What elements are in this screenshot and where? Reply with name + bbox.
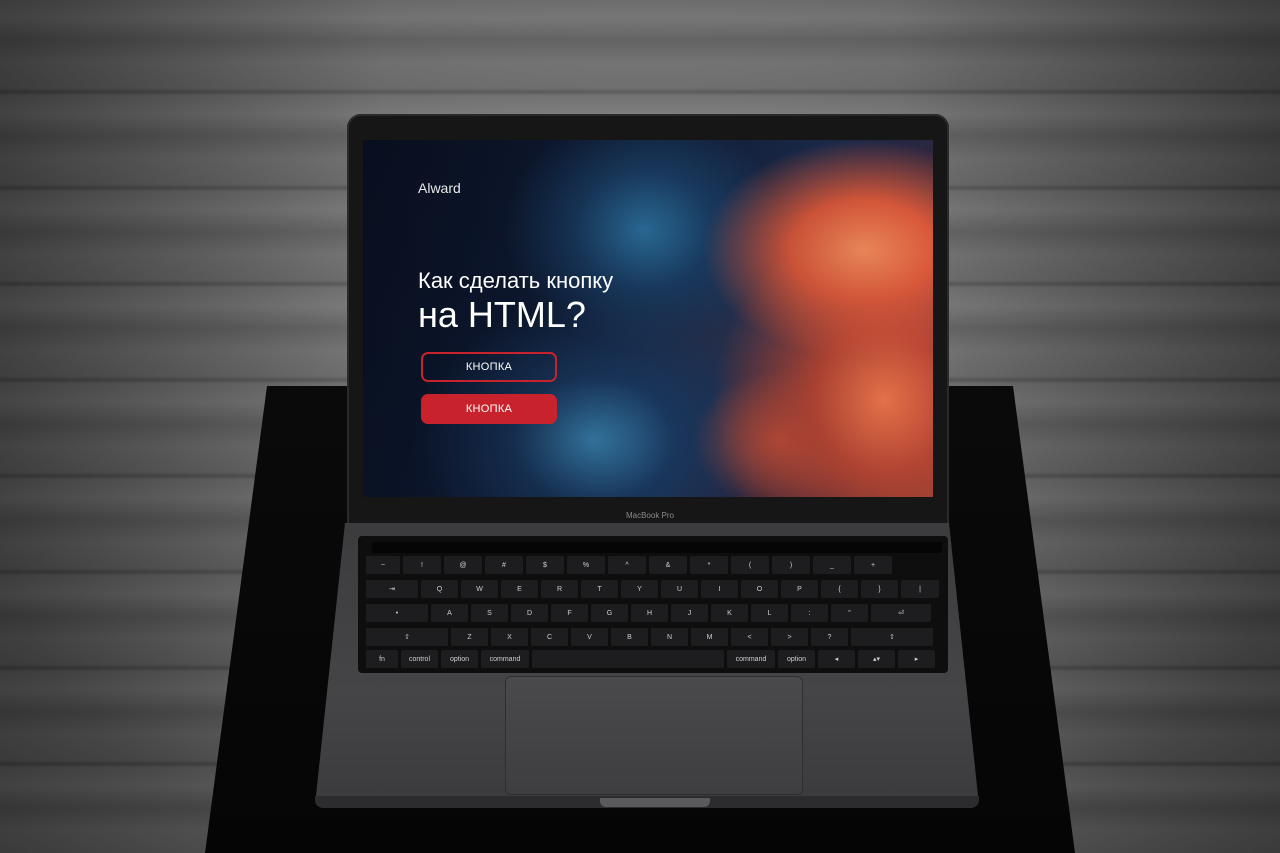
key[interactable]: Q	[421, 580, 458, 598]
keyboard-row-home: • A S D F G H J K L : " ⏎	[366, 604, 931, 622]
key[interactable]: Z	[451, 628, 488, 646]
key[interactable]: O	[741, 580, 778, 598]
site-logo[interactable]: Alward	[418, 180, 461, 196]
key[interactable]: R	[541, 580, 578, 598]
key[interactable]: !	[403, 556, 441, 574]
key[interactable]: H	[631, 604, 668, 622]
touch-bar[interactable]	[372, 542, 942, 553]
command-key[interactable]: command	[481, 650, 529, 668]
caps-lock-key[interactable]: •	[366, 604, 428, 622]
keyboard-row-modifiers: fn control option command command option…	[366, 650, 935, 668]
arrow-right-key[interactable]: ▸	[898, 650, 935, 668]
keyboard-row-numbers: ~ ! @ # $ % ^ & * ( ) _ +	[366, 556, 892, 574]
key[interactable]: X	[491, 628, 528, 646]
left-shift-key[interactable]: ⇧	[366, 628, 448, 646]
key[interactable]: }	[861, 580, 898, 598]
keyboard-row-bottom: ⇧ Z X C V B N M < > ? ⇧	[366, 628, 933, 646]
key[interactable]: K	[711, 604, 748, 622]
key[interactable]: @	[444, 556, 482, 574]
key[interactable]: L	[751, 604, 788, 622]
key[interactable]: *	[690, 556, 728, 574]
key[interactable]: |	[901, 580, 939, 598]
key[interactable]: #	[485, 556, 523, 574]
return-key[interactable]: ⏎	[871, 604, 931, 622]
key[interactable]: F	[551, 604, 588, 622]
key[interactable]: I	[701, 580, 738, 598]
right-shift-key[interactable]: ⇧	[851, 628, 933, 646]
outline-button[interactable]: КНОПКА	[421, 352, 557, 382]
key[interactable]: D	[511, 604, 548, 622]
fn-key[interactable]: fn	[366, 650, 398, 668]
key[interactable]: U	[661, 580, 698, 598]
control-key[interactable]: control	[401, 650, 438, 668]
headline-line-2: на HTML?	[418, 294, 586, 335]
key[interactable]: $	[526, 556, 564, 574]
hero-headline: Как сделать кнопку на HTML?	[418, 268, 613, 336]
key[interactable]: G	[591, 604, 628, 622]
key[interactable]: :	[791, 604, 828, 622]
key[interactable]: %	[567, 556, 605, 574]
key[interactable]: E	[501, 580, 538, 598]
key[interactable]: <	[731, 628, 768, 646]
key[interactable]: ~	[366, 556, 400, 574]
key[interactable]: (	[731, 556, 769, 574]
key[interactable]: &	[649, 556, 687, 574]
key[interactable]: "	[831, 604, 868, 622]
trackpad[interactable]	[505, 676, 803, 795]
keyboard-row-top: ⇥ Q W E R T Y U I O P { } |	[366, 580, 939, 598]
key[interactable]: B	[611, 628, 648, 646]
key[interactable]: >	[771, 628, 808, 646]
key[interactable]: V	[571, 628, 608, 646]
tab-key[interactable]: ⇥	[366, 580, 418, 598]
device-model-label: MacBook Pro	[625, 511, 675, 520]
key[interactable]: ?	[811, 628, 848, 646]
filled-button[interactable]: КНОПКА	[421, 394, 557, 424]
arrow-up-down-keys[interactable]: ▴▾	[858, 650, 895, 668]
command-key-right[interactable]: command	[727, 650, 775, 668]
arrow-left-key[interactable]: ◂	[818, 650, 855, 668]
key[interactable]: {	[821, 580, 858, 598]
option-key[interactable]: option	[441, 650, 478, 668]
key[interactable]: ^	[608, 556, 646, 574]
key[interactable]: J	[671, 604, 708, 622]
key[interactable]: +	[854, 556, 892, 574]
key[interactable]: _	[813, 556, 851, 574]
key[interactable]: )	[772, 556, 810, 574]
option-key-right[interactable]: option	[778, 650, 815, 668]
key[interactable]: P	[781, 580, 818, 598]
key[interactable]: T	[581, 580, 618, 598]
laptop-screen: Alward Как сделать кнопку на HTML? КНОПК…	[363, 140, 933, 497]
key[interactable]: N	[651, 628, 688, 646]
headline-line-1: Как сделать кнопку	[418, 268, 614, 293]
key[interactable]: M	[691, 628, 728, 646]
space-bar[interactable]	[532, 650, 724, 668]
key[interactable]: W	[461, 580, 498, 598]
key[interactable]: S	[471, 604, 508, 622]
key[interactable]: A	[431, 604, 468, 622]
key[interactable]: C	[531, 628, 568, 646]
lid-open-notch	[600, 798, 710, 807]
key[interactable]: Y	[621, 580, 658, 598]
